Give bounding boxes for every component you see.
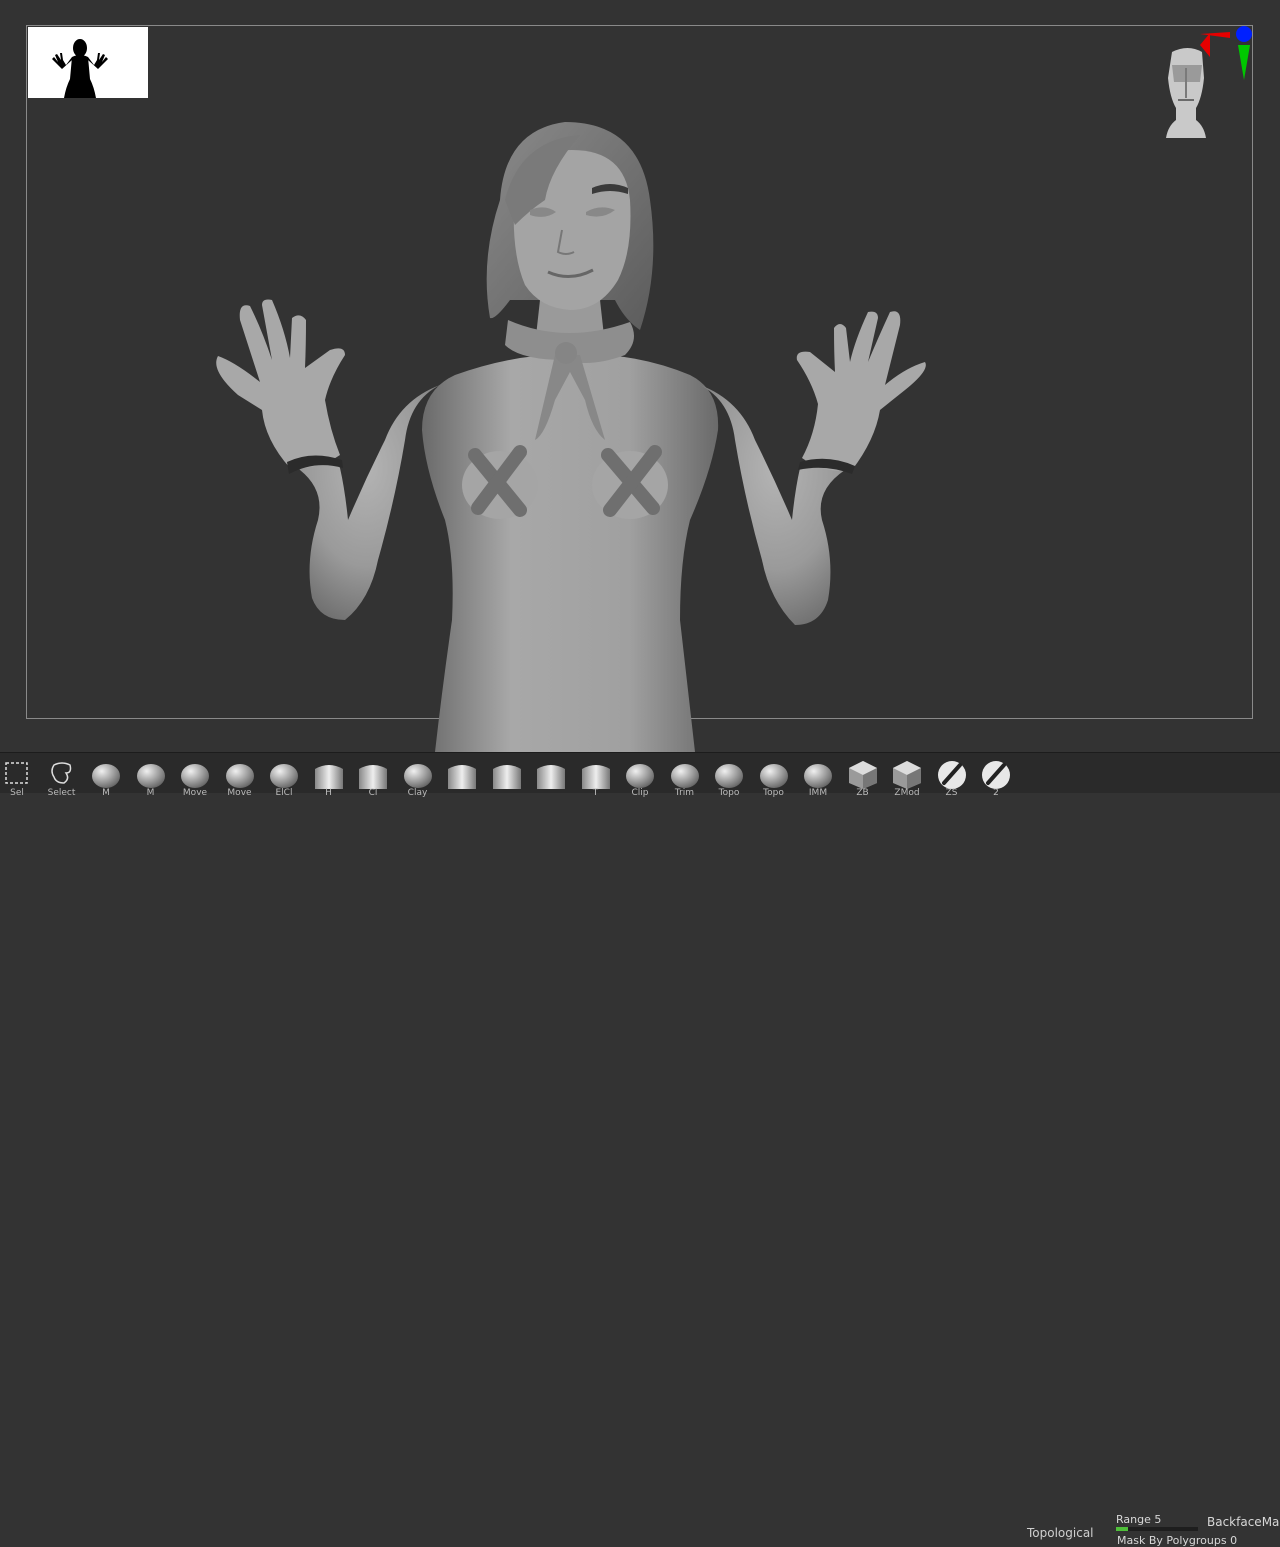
tool-label: M bbox=[102, 788, 110, 798]
brush-5[interactable]: ElCl bbox=[267, 759, 301, 798]
tool-label: ZMod bbox=[894, 788, 920, 798]
curve-brush-icon bbox=[535, 759, 567, 789]
select-lasso-tool[interactable]: Select bbox=[45, 759, 79, 798]
brush-14[interactable]: Trim bbox=[668, 759, 702, 798]
brush-1[interactable]: M bbox=[89, 759, 123, 798]
brush-3[interactable]: Move bbox=[178, 759, 212, 798]
tool-label: Select bbox=[47, 788, 76, 798]
brush-11[interactable] bbox=[534, 759, 568, 793]
cube-brush-icon bbox=[891, 759, 923, 789]
tool-label: ZB bbox=[856, 788, 869, 798]
tool-label: Trim bbox=[674, 788, 695, 798]
brush-19[interactable]: ZMod bbox=[890, 759, 924, 798]
range-fill bbox=[1116, 1527, 1129, 1531]
tool-label: M bbox=[146, 788, 155, 798]
tool-label: T bbox=[592, 788, 599, 798]
sphere-brush-icon bbox=[669, 759, 701, 789]
tool-label: Clip bbox=[631, 788, 649, 798]
tool-label: H bbox=[325, 788, 332, 798]
navigation-widget[interactable] bbox=[1150, 20, 1260, 145]
brush-9[interactable] bbox=[445, 759, 479, 793]
lasso-icon bbox=[48, 759, 76, 785]
brush-15[interactable]: Topo bbox=[712, 759, 746, 798]
torso bbox=[422, 354, 719, 752]
curve-brush-icon bbox=[446, 759, 478, 789]
3d-viewport[interactable] bbox=[0, 0, 1280, 752]
tool-label: IMM bbox=[808, 788, 828, 798]
sphere-brush-icon bbox=[224, 759, 256, 789]
brush-8[interactable]: Clay bbox=[401, 759, 435, 798]
curve-brush-icon bbox=[491, 759, 523, 789]
tool-label: Topo bbox=[718, 788, 740, 798]
brush-10[interactable] bbox=[490, 759, 524, 793]
curve-brush-icon bbox=[580, 759, 612, 789]
curve-brush-icon bbox=[313, 759, 345, 789]
sphere-brush-icon bbox=[758, 759, 790, 789]
pen-brush-icon bbox=[980, 759, 1012, 789]
range-slider[interactable]: Range 5 bbox=[1116, 1513, 1200, 1531]
topological-button[interactable]: Topological bbox=[1027, 1526, 1094, 1540]
brush-7[interactable]: Cl bbox=[356, 759, 390, 798]
tool-label: Cl bbox=[368, 788, 378, 798]
tool-label: Move bbox=[227, 788, 252, 798]
sphere-brush-icon bbox=[402, 759, 434, 789]
range-label: Range 5 bbox=[1116, 1513, 1162, 1526]
head-navigator-icon bbox=[1166, 26, 1252, 138]
tool-label: 2 bbox=[993, 788, 999, 798]
mask-by-polygroups-slider[interactable]: Mask By Polygroups 0 bbox=[1117, 1534, 1237, 1547]
brush-2[interactable]: M bbox=[134, 759, 168, 798]
dashed-rectangle-icon bbox=[4, 759, 30, 785]
brush-17[interactable]: IMM bbox=[801, 759, 835, 798]
brush-shelf: Sel Select M M Move Move ElCl H Cl Clay T Clip Trim T… bbox=[0, 752, 1280, 1547]
sphere-brush-icon bbox=[179, 759, 211, 789]
sphere-brush-icon bbox=[802, 759, 834, 789]
tool-label: Move bbox=[182, 788, 208, 798]
sphere-brush-icon bbox=[90, 759, 122, 789]
tool-label: Topo bbox=[763, 788, 784, 798]
brush-4[interactable]: Move bbox=[223, 759, 257, 798]
sculpt-model[interactable] bbox=[0, 0, 1280, 752]
sphere-brush-icon bbox=[135, 759, 167, 789]
pen-brush-icon bbox=[936, 759, 968, 789]
sphere-brush-icon bbox=[624, 759, 656, 789]
brush-12[interactable]: T bbox=[579, 759, 613, 798]
brush-18[interactable]: ZB bbox=[846, 759, 880, 798]
right-hand bbox=[796, 311, 926, 471]
sphere-brush-icon bbox=[713, 759, 745, 789]
brush-6[interactable]: H bbox=[312, 759, 346, 798]
sphere-brush-icon bbox=[268, 759, 300, 789]
curve-brush-icon bbox=[357, 759, 389, 789]
tool-label: Clay bbox=[407, 788, 428, 798]
brush-21[interactable]: 2 bbox=[979, 759, 1013, 798]
brush-13[interactable]: Clip bbox=[623, 759, 657, 798]
brush-20[interactable]: ZS bbox=[935, 759, 969, 798]
select-rect-tool[interactable]: Sel bbox=[0, 759, 34, 798]
tool-label: ZS bbox=[945, 788, 958, 798]
brush-16[interactable]: Topo bbox=[757, 759, 791, 798]
tool-label: ElCl bbox=[275, 788, 293, 798]
range-track[interactable] bbox=[1116, 1527, 1198, 1531]
left-hand bbox=[216, 299, 345, 469]
backface-mask-button[interactable]: BackfaceMask bbox=[1207, 1515, 1280, 1529]
tool-label: Sel bbox=[10, 788, 24, 798]
cube-brush-icon bbox=[847, 759, 879, 789]
